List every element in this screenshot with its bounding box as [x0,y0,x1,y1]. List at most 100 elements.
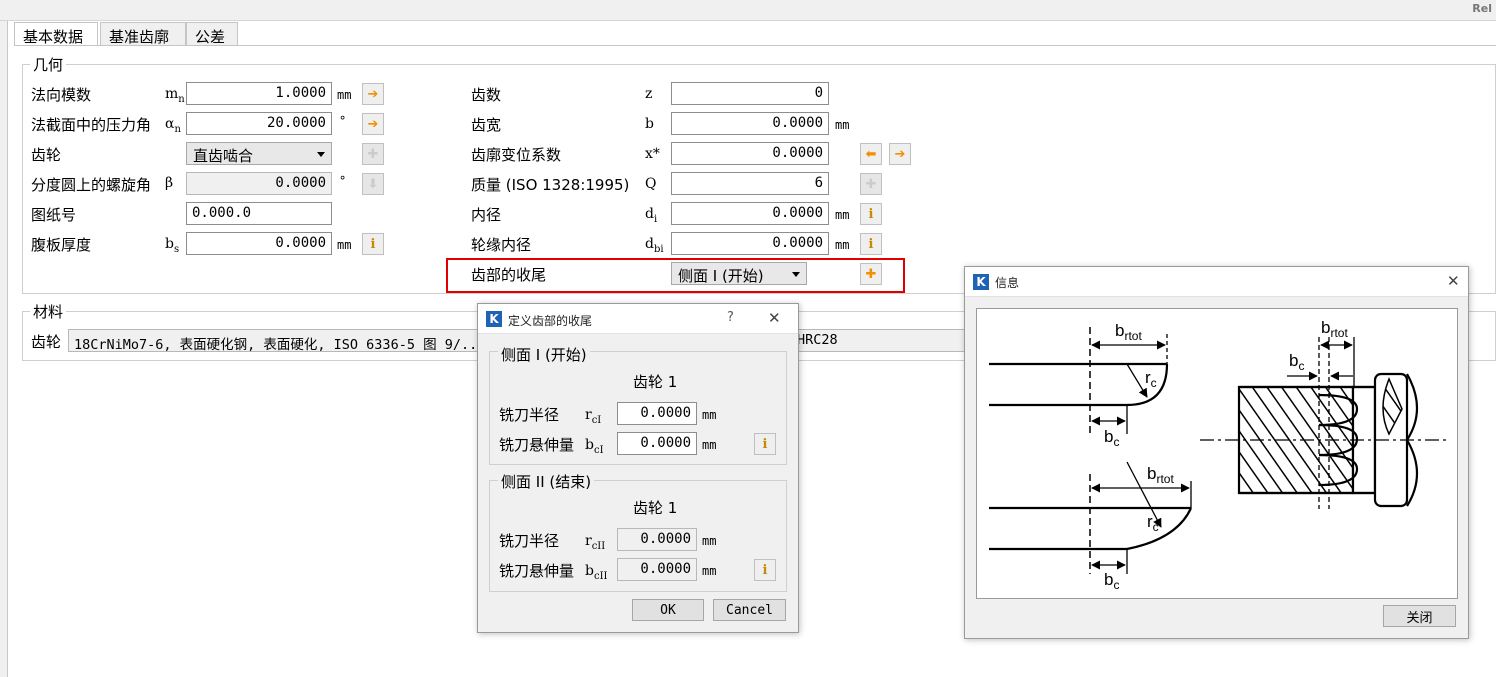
side1-cutter-radius-label: 铣刀半径 [499,406,560,424]
plus-icon[interactable]: ✚ [860,173,882,195]
info-icon[interactable]: i [860,233,882,255]
diagram-label-brtot-right: brtot [1321,318,1348,340]
drawing-number-label: 图纸号 [31,206,77,224]
k-logo-icon: K [486,311,502,327]
tooth-end-dialog: K 定义齿部的收尾 ? ✕ 侧面 I (开始) 齿轮 1 铣刀半径 rcI 0.… [477,303,799,633]
profile-shift-input[interactable]: 0.0000 [671,142,829,165]
help-icon[interactable]: ? [727,310,734,325]
normal-module-unit: mm [337,88,352,102]
transfer-right-icon[interactable]: ➔ [362,83,384,105]
side1-overhang-unit: mm [702,438,717,452]
side2-overhang-unit: mm [702,564,717,578]
inner-diameter-label: 内径 [471,206,502,224]
down-arrow-icon[interactable]: ⬇ [362,173,384,195]
diagram-label-rc-top: rc [1145,368,1157,390]
side1-cutter-radius-input[interactable]: 0.0000 [617,402,697,425]
tooth-end-diagram: brtot rc bc brtot rc bc brtot bc [976,308,1458,599]
k-logo-icon: K [973,274,989,290]
rim-inner-diameter-input[interactable]: 0.0000 [671,232,829,255]
tab-tolerances[interactable]: 公差 [186,22,238,46]
normal-module-symbol: mn [165,86,185,105]
inner-diameter-input[interactable]: 0.0000 [671,202,829,225]
close-button[interactable]: 关闭 [1383,605,1456,627]
tooth-count-input[interactable]: 0 [671,82,829,105]
side1-cutter-radius-unit: mm [702,408,717,422]
inner-diameter-unit: mm [835,208,850,222]
info-icon[interactable]: i [754,433,776,455]
side2-title: 侧面 II (结束) [498,471,595,492]
ok-button[interactable]: OK [632,599,704,621]
side2-overhang-input[interactable]: 0.0000 [617,558,697,581]
face-width-symbol: b [645,116,654,132]
quality-input[interactable]: 6 [671,172,829,195]
highlight-box [446,258,905,293]
pressure-angle-input[interactable]: 20.0000 [186,112,332,135]
geometry-title: 几何 [30,54,67,75]
side1-title: 侧面 I (开始) [498,344,590,365]
pressure-angle-label: 法截面中的压力角 [31,116,152,134]
plus-icon[interactable]: ✚ [362,143,384,165]
material-title: 材料 [30,301,67,322]
tooth-count-label: 齿数 [471,86,502,104]
transfer-right-icon[interactable]: ➔ [889,143,911,165]
web-thickness-label: 腹板厚度 [31,236,92,254]
diagram-label-rc-bottom: rc [1147,512,1159,534]
side1-overhang-symbol: bcI [585,437,604,456]
tooth-end-diagram-svg: brtot rc bc brtot rc bc brtot bc [989,318,1447,592]
side2-cutter-radius-symbol: rcII [585,533,606,552]
side1-cutter-radius-symbol: rcI [585,407,602,426]
pressure-angle-unit: ° [339,114,347,128]
close-icon[interactable]: ✕ [768,309,781,327]
drawing-number-input[interactable]: 0.000.0 [186,202,332,225]
web-thickness-input[interactable]: 0.0000 [186,232,332,255]
profile-shift-symbol: x* [645,146,660,162]
side2-overhang-symbol: bcII [585,563,608,582]
diagram-label-bc-top: bc [1104,427,1119,449]
face-width-input[interactable]: 0.0000 [671,112,829,135]
corner-text: Rel [1472,2,1492,15]
tab-basic-data[interactable]: 基本数据 [14,22,98,47]
side1-overhang-label: 铣刀悬伸量 [499,436,575,454]
gear-type-label: 齿轮 [31,146,62,164]
info-dialog-titlebar: K 信息 ✕ [965,267,1468,297]
face-width-unit: mm [835,118,850,132]
gear-type-select[interactable]: 直齿啮合 [186,142,332,165]
web-thickness-unit: mm [337,238,352,252]
diagram-label-brtot-top: brtot [1115,321,1142,343]
diagram-label-bc-bottom: bc [1104,570,1119,592]
dropdown-arrow-icon [317,152,325,157]
normal-module-input[interactable]: 1.0000 [186,82,332,105]
info-icon[interactable]: i [860,203,882,225]
info-icon[interactable]: i [362,233,384,255]
profile-shift-label: 齿廓变位系数 [471,146,562,164]
gear-type-value: 直齿啮合 [193,147,254,165]
top-toolbar: Rel [0,0,1496,21]
transfer-left-icon[interactable]: ⬅ [860,143,882,165]
quality-label: 质量 (ISO 1328:1995) [471,176,630,194]
rim-inner-diameter-unit: mm [835,238,850,252]
diagram-label-bc-right: bc [1289,351,1304,373]
cancel-button[interactable]: Cancel [713,599,786,621]
side2-cutter-radius-label: 铣刀半径 [499,532,560,550]
inner-diameter-symbol: di [645,206,658,225]
side2-gear-label: 齿轮 1 [633,499,678,517]
diagram-label-brtot-bottom: brtot [1147,464,1174,486]
left-splitter[interactable] [0,21,8,677]
material-tail-text: HRC28 [797,332,838,348]
tab-reference-profile[interactable]: 基准齿廓 [100,22,186,46]
rim-inner-diameter-symbol: dbi [645,236,664,255]
close-icon[interactable]: ✕ [1447,272,1460,290]
info-dialog-title: 信息 [995,276,1020,290]
side1-overhang-input[interactable]: 0.0000 [617,432,697,455]
web-thickness-symbol: bs [165,236,180,255]
side2-cutter-radius-unit: mm [702,534,717,548]
transfer-right-icon[interactable]: ➔ [362,113,384,135]
helix-angle-input[interactable]: 0.0000 [186,172,332,195]
pressure-angle-symbol: αn [165,116,181,135]
tooth-end-dialog-title: 定义齿部的收尾 [508,314,593,328]
material-gear-label: 齿轮 [31,333,62,351]
face-width-label: 齿宽 [471,116,502,134]
side2-cutter-radius-input[interactable]: 0.0000 [617,528,697,551]
info-icon[interactable]: i [754,559,776,581]
rim-inner-diameter-label: 轮缘内径 [471,236,532,254]
